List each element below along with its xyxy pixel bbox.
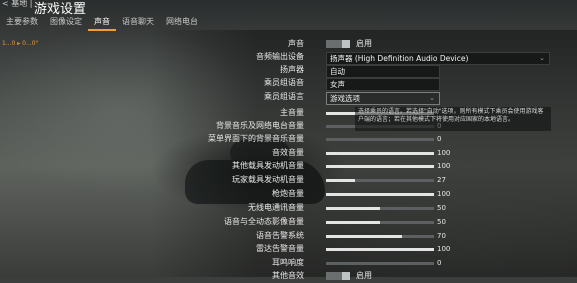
header: < 基地 | 游戏设置 主要参数 图像设定 声音 语音聊天 网络电台: [0, 0, 577, 31]
slider-row: 无线电通讯音量 50: [0, 202, 577, 215]
speaker-value: 自动: [330, 67, 345, 76]
volume-slider[interactable]: [326, 262, 434, 265]
tab-graphics[interactable]: 图像设定: [44, 16, 88, 29]
slider-value: 0: [437, 135, 442, 143]
row-crew-language: 乘员组语言 游戏选项 ⌄: [0, 91, 577, 105]
sound-label: 声音: [288, 39, 304, 48]
toggle-knob-icon: [342, 272, 350, 280]
slider-fill: [326, 207, 380, 210]
slider-value: 100: [437, 245, 451, 253]
slider-label: 音效音量: [272, 148, 304, 157]
slider-fill: [326, 179, 356, 182]
chevron-down-icon: ⌄: [429, 94, 435, 102]
slider-label: 其他载具发动机音量: [232, 161, 304, 170]
speaker-label: 扬声器: [280, 65, 304, 74]
other-effects-toggle-text: 启用: [356, 271, 372, 280]
volume-slider[interactable]: [326, 193, 434, 196]
toggle-knob-icon: [342, 40, 350, 48]
slider-fill: [326, 235, 402, 238]
slider-value: 100: [437, 162, 451, 170]
chevron-down-icon: ⌄: [539, 54, 545, 62]
slider-value: 100: [437, 149, 451, 157]
tab-bar: 主要参数 图像设定 声音 语音聊天 网络电台: [0, 16, 204, 31]
slider-label: 无线电通讯音量: [248, 203, 304, 212]
row-output-device: 音频输出设备 扬声器 (High Definition Audio Device…: [0, 51, 577, 65]
row-crew-voice: 乘员组语音 女声: [0, 77, 577, 91]
slider-fill: [326, 152, 434, 155]
volume-slider[interactable]: [326, 235, 434, 238]
output-device-value: 扬声器 (High Definition Audio Device): [330, 54, 469, 63]
crew-voice-value: 女声: [330, 80, 345, 89]
crew-language-select[interactable]: 游戏选项 ⌄: [326, 92, 440, 105]
slider-value: 27: [437, 176, 446, 184]
slider-label: 菜单界面下的背景音乐音量: [208, 134, 304, 143]
slider-label: 耳鸣响度: [272, 258, 304, 267]
volume-slider[interactable]: [326, 165, 434, 168]
slider-label: 主音量: [280, 108, 304, 117]
slider-row: 雷达告警音量 100: [0, 243, 577, 256]
slider-label: 背景音乐及网络电台音量: [216, 121, 304, 130]
slider-row: 音效音量 100: [0, 147, 577, 160]
slider-value: 100: [437, 190, 451, 198]
slider-value: 50: [437, 218, 446, 226]
output-device-label: 音频输出设备: [256, 52, 304, 61]
tooltip: 选择乘员的语言。若选择"自动"选项，则所有模式下乘员会使用游戏客户端的语言；若在…: [355, 107, 551, 131]
volume-slider[interactable]: [326, 152, 434, 155]
tab-main[interactable]: 主要参数: [0, 16, 44, 29]
crew-language-label: 乘员组语言: [264, 92, 304, 101]
slider-fill: [326, 193, 434, 196]
slider-fill: [326, 165, 434, 168]
volume-slider[interactable]: [326, 221, 434, 224]
slider-fill: [326, 248, 434, 251]
slider-row: 玩家载具发动机音量 27: [0, 174, 577, 187]
crew-language-value: 游戏选项: [330, 94, 360, 103]
row-speaker: 扬声器 自动: [0, 64, 577, 78]
tab-voice-chat[interactable]: 语音聊天: [116, 16, 160, 29]
volume-slider[interactable]: [326, 207, 434, 210]
volume-slider[interactable]: [326, 138, 434, 141]
volume-slider[interactable]: [326, 179, 434, 182]
crew-voice-select[interactable]: 女声: [326, 78, 440, 91]
row-sound: 声音 启用: [0, 38, 577, 51]
back-link[interactable]: < 基地 |: [2, 0, 32, 9]
slider-label: 枪炮音量: [272, 189, 304, 198]
slider-label: 语音告警系统: [256, 231, 304, 240]
slider-row: 菜单界面下的背景音乐音量 0: [0, 133, 577, 146]
slider-label: 雷达告警音量: [256, 244, 304, 253]
slider-value: 0: [437, 259, 442, 267]
other-effects-label: 其他音效: [272, 271, 304, 280]
slider-value: 50: [437, 204, 446, 212]
crew-voice-label: 乘员组语音: [264, 78, 304, 87]
slider-value: 70: [437, 232, 446, 240]
slider-label: 玩家载具发动机音量: [232, 175, 304, 184]
slider-row: 其他载具发动机音量 100: [0, 160, 577, 173]
page-title: 游戏设置: [34, 2, 87, 17]
slider-label: 语音与全动态影像音量: [224, 217, 304, 226]
slider-row: 语音与全动态影像音量 50: [0, 216, 577, 229]
slider-row: 枪炮音量 100: [0, 188, 577, 201]
tab-radio[interactable]: 网络电台: [160, 16, 204, 29]
slider-row: 语音告警系统 70: [0, 230, 577, 243]
tab-sound[interactable]: 声音: [88, 16, 116, 31]
slider-row: 耳鸣响度 0: [0, 257, 577, 270]
volume-slider[interactable]: [326, 248, 434, 251]
slider-fill: [326, 221, 380, 224]
sound-toggle-text: 启用: [356, 39, 372, 48]
